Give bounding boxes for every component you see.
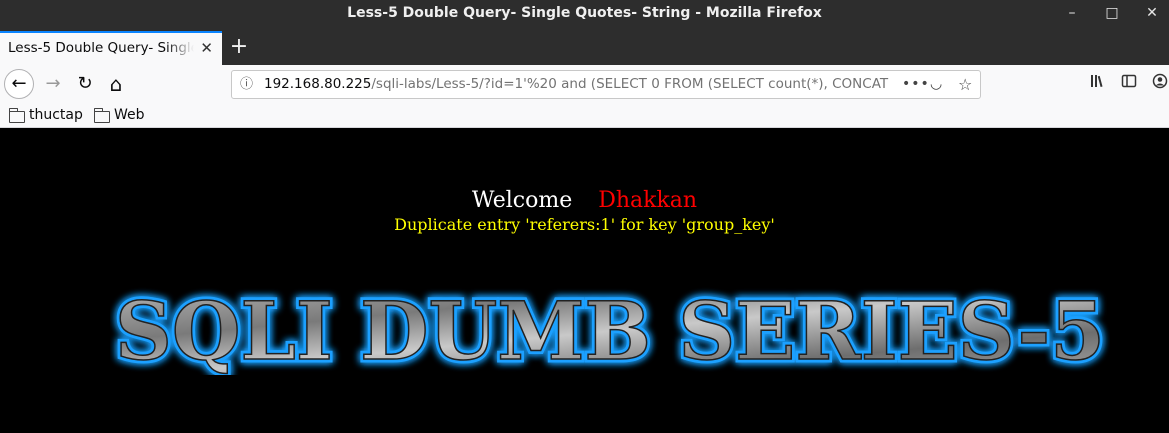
bookmark-folder-thuctap[interactable]: thuctap [8, 105, 83, 126]
bookmarks-toolbar: thuctap Web [0, 103, 1169, 128]
minimize-button[interactable]: – [1065, 0, 1079, 27]
library-icon[interactable] [1086, 69, 1110, 99]
forward-button[interactable]: → [38, 69, 68, 99]
page-actions-icon[interactable]: ••• [902, 71, 930, 98]
navigation-toolbar: ← → ↻ ⌂ ⓘ 192.168.80.225/sqli-labs/Less-… [0, 65, 1169, 103]
tab-title: Less-5 Double Query- Single Quotes- Stri… [8, 40, 194, 56]
tab-active[interactable]: Less-5 Double Query- Single Quotes- Stri… [0, 31, 222, 65]
tab-close-icon[interactable]: ✕ [200, 33, 213, 63]
pocket-icon[interactable]: ◡ [930, 71, 942, 98]
new-tab-button[interactable]: + [229, 33, 249, 61]
close-window-button[interactable]: ✕ [1145, 0, 1159, 27]
folder-icon [93, 107, 110, 123]
sqli-dumb-series-banner: SQLI DUMB SERIES-5 SQLI DUMB SERIES-5 [112, 285, 1109, 375]
url-text[interactable]: 192.168.80.225/sqli-labs/Less-5/?id=1'%2… [264, 71, 894, 98]
maximize-button[interactable]: □ [1105, 0, 1119, 27]
url-host: 192.168.80.225 [264, 76, 372, 92]
home-button[interactable]: ⌂ [101, 69, 131, 99]
welcome-text: Welcome [471, 188, 573, 213]
bookmark-label: Web [114, 107, 145, 123]
window-title: Less-5 Double Query- Single Quotes- Stri… [347, 5, 822, 21]
welcome-line: Welcome Dhakkan [0, 188, 1169, 213]
folder-icon [8, 107, 25, 123]
tab-bar: Less-5 Double Query- Single Quotes- Stri… [0, 27, 1169, 65]
window-titlebar: Less-5 Double Query- Single Quotes- Stri… [0, 0, 1169, 27]
account-icon[interactable] [1148, 69, 1169, 99]
url-path: /sqli-labs/Less-5/?id=1'%20 and (SELECT … [371, 76, 889, 92]
window-controls: – □ ✕ [1065, 0, 1159, 27]
back-button[interactable]: ← [4, 69, 34, 99]
bookmark-folder-web[interactable]: Web [93, 105, 145, 126]
site-info-icon[interactable]: ⓘ [240, 71, 253, 98]
username-text: Dhakkan [598, 188, 698, 213]
bookmark-star-icon[interactable]: ☆ [958, 71, 972, 98]
url-bar[interactable]: ⓘ 192.168.80.225/sqli-labs/Less-5/?id=1'… [231, 70, 981, 99]
bookmark-label: thuctap [29, 107, 83, 123]
reload-button[interactable]: ↻ [70, 69, 100, 99]
sidebar-icon[interactable] [1117, 69, 1141, 99]
error-message: Duplicate entry 'referers:1' for key 'gr… [394, 215, 775, 234]
banner-text: SQLI DUMB SERIES-5 [115, 285, 1105, 375]
page-content: Welcome Dhakkan Duplicate entry 'referers… [0, 128, 1169, 433]
